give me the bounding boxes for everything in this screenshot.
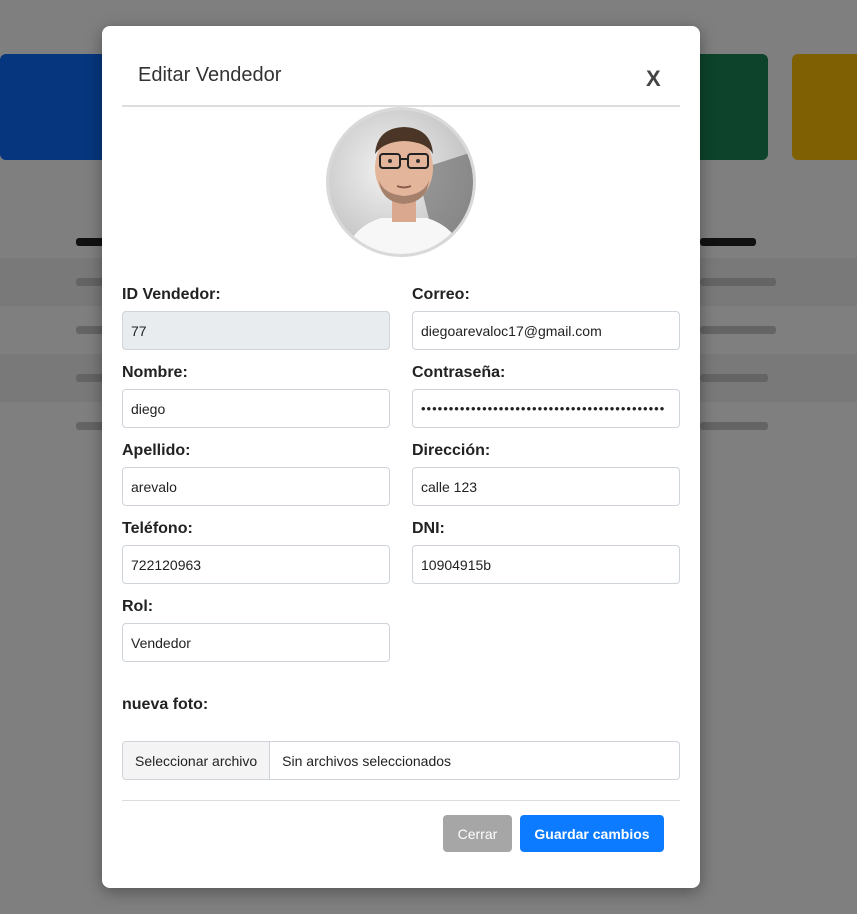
select-file-button[interactable]: Seleccionar archivo	[123, 742, 271, 779]
id-label: ID Vendedor:	[122, 286, 221, 303]
footer-divider	[122, 800, 680, 801]
dni-label: DNI:	[412, 520, 445, 537]
id-field[interactable]	[122, 311, 390, 350]
rol-label: Rol:	[122, 598, 154, 615]
nueva-foto-label: nueva foto:	[122, 696, 209, 713]
edit-seller-modal: Editar Vendedor X ID Vendedor: 77 Nombre…	[102, 26, 700, 888]
avatar	[326, 107, 476, 257]
file-status-text: Sin archivos seleccionados	[282, 752, 452, 769]
apellido-label: Apellido:	[122, 442, 191, 459]
apellido-field[interactable]	[122, 467, 390, 506]
correo-label: Correo:	[412, 286, 470, 303]
close-icon[interactable]: X	[646, 66, 661, 92]
dni-field[interactable]	[412, 545, 680, 584]
modal-title: Editar Vendedor	[138, 64, 282, 86]
photo-file-input[interactable]: Seleccionar archivo Sin archivos selecci…	[122, 741, 680, 780]
contrasena-field[interactable]	[412, 389, 680, 428]
direccion-field[interactable]	[412, 467, 680, 506]
direccion-label: Dirección:	[412, 442, 491, 459]
telefono-label: Teléfono:	[122, 520, 193, 537]
rol-field[interactable]	[122, 623, 390, 662]
telefono-field[interactable]	[122, 545, 390, 584]
contrasena-label: Contraseña:	[412, 364, 506, 381]
guardar-cambios-button[interactable]: Guardar cambios	[520, 815, 664, 852]
correo-field[interactable]	[412, 311, 680, 350]
nombre-field[interactable]	[122, 389, 390, 428]
seller-photo	[329, 110, 473, 254]
cerrar-button[interactable]: Cerrar	[443, 815, 512, 852]
nombre-label: Nombre:	[122, 364, 188, 381]
